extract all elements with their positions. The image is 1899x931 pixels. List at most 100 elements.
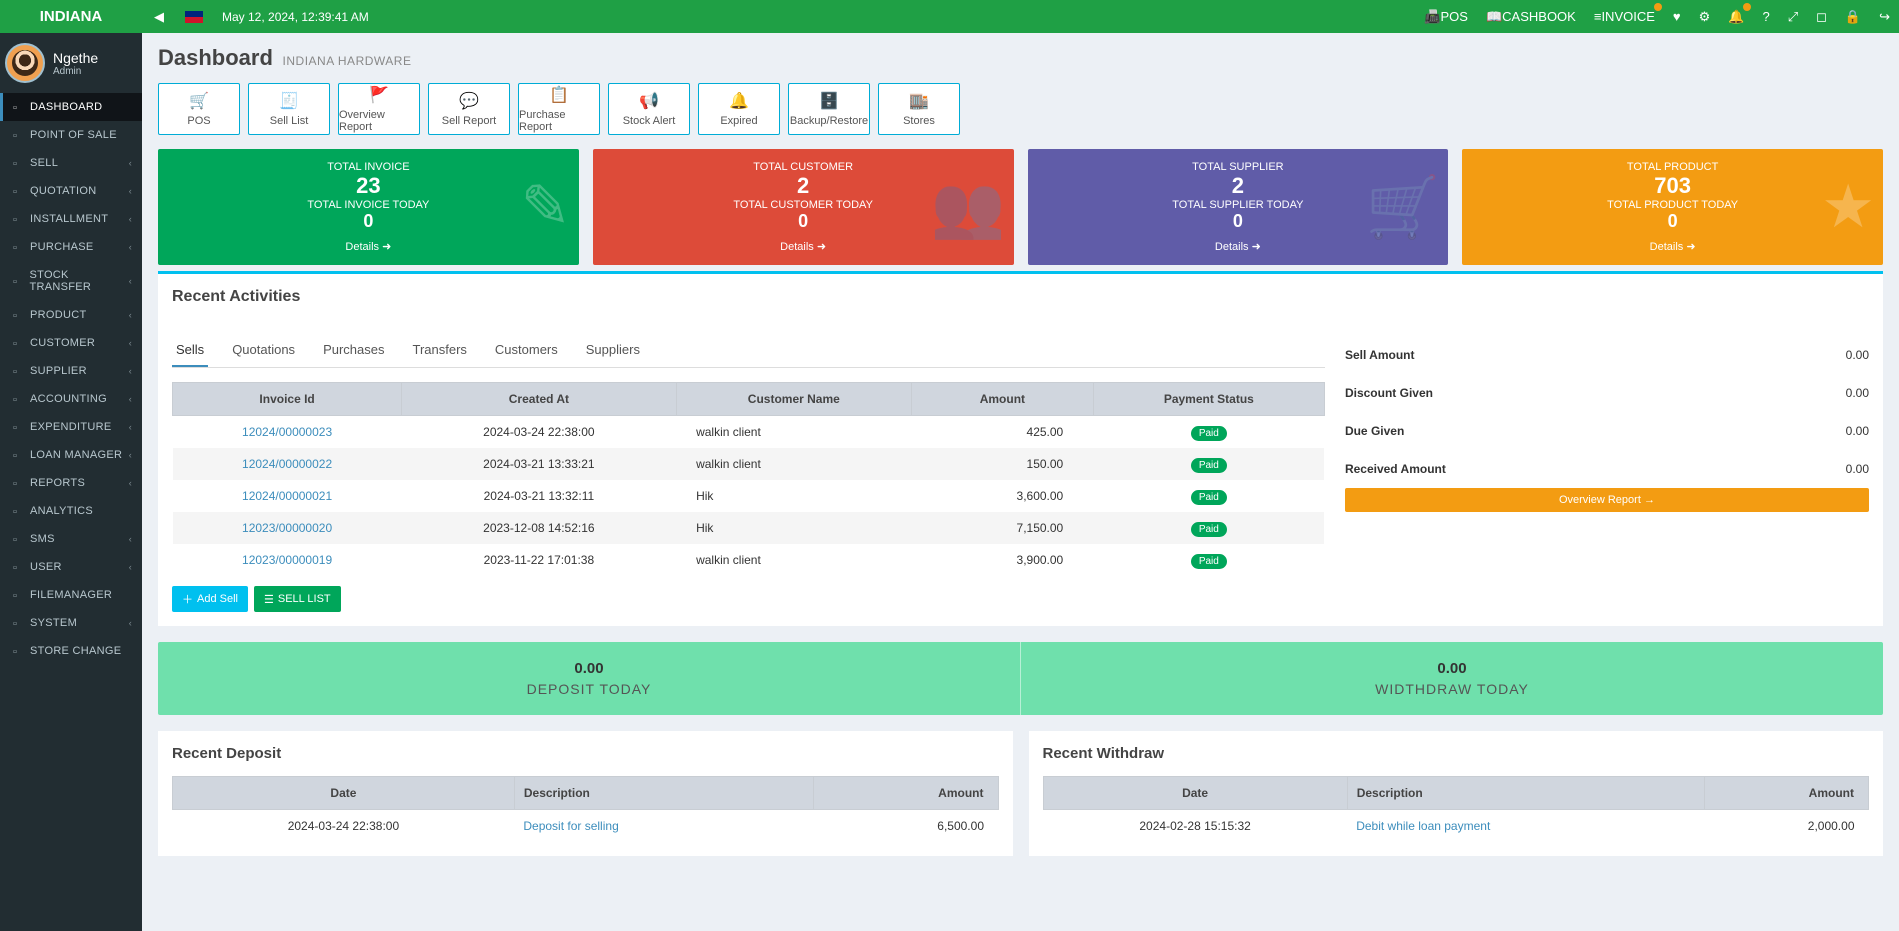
notification-icon[interactable]: 🔔 — [1719, 0, 1753, 33]
fullscreen-icon[interactable]: ⤢ — [1779, 0, 1807, 33]
window-icon[interactable]: ◻ — [1807, 0, 1836, 33]
nav-dashboard[interactable]: ▫DASHBOARD — [0, 93, 142, 121]
brand-logo[interactable]: INDIANA — [0, 8, 142, 25]
invoice-link[interactable]: 12024/00000022 — [242, 457, 332, 471]
table-row: 12024/000000232024-03-24 22:38:00walkin … — [173, 416, 1325, 449]
stat-total-invoice: ✎TOTAL INVOICE23TOTAL INVOICE TODAY0Deta… — [158, 149, 579, 265]
avatar — [5, 43, 45, 83]
help-icon[interactable]: ? — [1753, 0, 1778, 33]
cashbook-link[interactable]: 📖 CASHBOOK — [1477, 0, 1585, 33]
status-badge: Paid — [1191, 554, 1227, 569]
status-badge: Paid — [1191, 490, 1227, 505]
nav-customer[interactable]: ▫CUSTOMER‹ — [0, 329, 142, 357]
stat-details-link[interactable]: Details ➜ — [1472, 240, 1873, 253]
username: Ngethe — [53, 50, 98, 66]
status-badge: Paid — [1191, 426, 1227, 441]
tab-sells[interactable]: Sells — [172, 334, 208, 367]
nav-quotation[interactable]: ▫QUOTATION‹ — [0, 177, 142, 205]
shortcut-expired[interactable]: 🔔Expired — [698, 83, 780, 135]
nav-point-of-sale[interactable]: ▫POINT OF SALE — [0, 121, 142, 149]
invoice-link[interactable]: 12024/00000023 — [242, 425, 332, 439]
sell-list-button[interactable]: ☰ SELL LIST — [254, 586, 341, 612]
shortcut-purchase-report[interactable]: 📋Purchase Report — [518, 83, 600, 135]
status-badge: Paid — [1191, 522, 1227, 537]
nav-analytics[interactable]: ▫ANALYTICS — [0, 497, 142, 525]
nav-sell[interactable]: ▫SELL‹ — [0, 149, 142, 177]
tab-customers[interactable]: Customers — [491, 334, 562, 367]
user-panel[interactable]: Ngethe Admin — [0, 33, 142, 93]
invoice-link[interactable]: 12023/00000020 — [242, 521, 332, 535]
favorite-icon[interactable]: ♥ — [1664, 0, 1690, 33]
table-row: 12023/000000192023-11-22 17:01:38walkin … — [173, 544, 1325, 576]
nav-product[interactable]: ▫PRODUCT‹ — [0, 301, 142, 329]
nav-system[interactable]: ▫SYSTEM‹ — [0, 609, 142, 637]
shortcut-sell-list[interactable]: 🧾Sell List — [248, 83, 330, 135]
nav-filemanager[interactable]: ▫FILEMANAGER — [0, 581, 142, 609]
nav-sms[interactable]: ▫SMS‹ — [0, 525, 142, 553]
table-row: 12024/000000212024-03-21 13:32:11Hik3,60… — [173, 480, 1325, 512]
lock-icon[interactable]: 🔒 — [1836, 0, 1870, 33]
overview-report-button[interactable]: Overview Report → — [1345, 488, 1869, 512]
settings-icon[interactable]: ⚙ — [1690, 0, 1720, 33]
main-content: Dashboard INDIANA HARDWARE 🛒POS🧾Sell Lis… — [142, 33, 1899, 868]
sidebar-toggle[interactable]: ◀ — [142, 9, 176, 25]
invoice-link[interactable]: 12023/00000019 — [242, 553, 332, 567]
sidebar: Ngethe Admin ▫DASHBOARD▫POINT OF SALE▫SE… — [0, 33, 142, 931]
logout-icon[interactable]: ↪ — [1870, 0, 1899, 33]
summary-discount-given: Discount Given0.00 — [1345, 374, 1869, 412]
page-title: Dashboard — [158, 45, 273, 70]
shortcut-pos[interactable]: 🛒POS — [158, 83, 240, 135]
recent-activities-panel: Recent Activities Sells Quotations Purchas… — [158, 271, 1883, 626]
stat-total-supplier: 🛒TOTAL SUPPLIER2TOTAL SUPPLIER TODAY0Det… — [1028, 149, 1449, 265]
stats-row: ✎TOTAL INVOICE23TOTAL INVOICE TODAY0Deta… — [158, 149, 1883, 265]
stat-total-customer: 👥TOTAL CUSTOMER2TOTAL CUSTOMER TODAY0Det… — [593, 149, 1014, 265]
nav-supplier[interactable]: ▫SUPPLIER‹ — [0, 357, 142, 385]
nav-expenditure[interactable]: ▫EXPENDITURE‹ — [0, 413, 142, 441]
stat-details-link[interactable]: Details ➜ — [168, 240, 569, 253]
nav-installment[interactable]: ▫INSTALLMENT‹ — [0, 205, 142, 233]
recent-deposit-panel: Recent Deposit DateDescriptionAmount2024… — [158, 731, 1013, 856]
nav-store-change[interactable]: ▫STORE CHANGE — [0, 637, 142, 665]
summary-due-given: Due Given0.00 — [1345, 412, 1869, 450]
shortcut-stores[interactable]: 🏬Stores — [878, 83, 960, 135]
summary-sell-amount: Sell Amount0.00 — [1345, 336, 1869, 374]
pos-link[interactable]: 📠 POS — [1415, 0, 1477, 33]
table-row: 2024-03-24 22:38:00Deposit for selling6,… — [173, 810, 999, 843]
stat-total-product: ★TOTAL PRODUCT703TOTAL PRODUCT TODAY0Det… — [1462, 149, 1883, 265]
nav-user[interactable]: ▫USER‹ — [0, 553, 142, 581]
shortcut-backup-restore[interactable]: 🗄️Backup/Restore — [788, 83, 870, 135]
nav-stock-transfer[interactable]: ▫STOCK TRANSFER‹ — [0, 261, 142, 301]
activities-tabs: Sells Quotations Purchases Transfers Custome… — [172, 334, 1325, 368]
tab-purchases[interactable]: Purchases — [319, 334, 388, 367]
table-row: 2024-02-28 15:15:32Debit while loan paym… — [1043, 810, 1869, 843]
deposit-withdraw-bar: 0.00 DEPOSIT TODAY 0.00 WIDTHDRAW TODAY — [158, 642, 1883, 715]
user-role: Admin — [53, 66, 98, 77]
shortcuts-bar: 🛒POS🧾Sell List🚩Overview Report💬Sell Repo… — [158, 83, 1883, 135]
tab-suppliers[interactable]: Suppliers — [582, 334, 644, 367]
withdraw-today: 0.00 WIDTHDRAW TODAY — [1020, 642, 1883, 715]
nav-accounting[interactable]: ▫ACCOUNTING‹ — [0, 385, 142, 413]
nav-purchase[interactable]: ▫PURCHASE‹ — [0, 233, 142, 261]
datetime-display: May 12, 2024, 12:39:41 AM — [212, 10, 379, 24]
table-row: 12023/000000202023-12-08 14:52:16Hik7,15… — [173, 512, 1325, 544]
summary-received-amount: Received Amount0.00 — [1345, 450, 1869, 488]
shortcut-overview-report[interactable]: 🚩Overview Report — [338, 83, 420, 135]
nav-loan-manager[interactable]: ▫LOAN MANAGER‹ — [0, 441, 142, 469]
invoice-link[interactable]: 12024/00000021 — [242, 489, 332, 503]
recent-activities-title: Recent Activities — [172, 288, 1869, 306]
status-badge: Paid — [1191, 458, 1227, 473]
table-row: 12024/000000222024-03-21 13:33:21walkin … — [173, 448, 1325, 480]
language-selector[interactable] — [176, 0, 212, 33]
nav-reports[interactable]: ▫REPORTS‹ — [0, 469, 142, 497]
add-sell-button[interactable]: ＋ Add Sell — [172, 586, 248, 612]
page-subtitle: INDIANA HARDWARE — [283, 54, 412, 68]
tab-quotations[interactable]: Quotations — [228, 334, 299, 367]
topbar: INDIANA ◀ May 12, 2024, 12:39:41 AM 📠 PO… — [0, 0, 1899, 33]
page-header: Dashboard INDIANA HARDWARE — [158, 45, 1883, 71]
shortcut-stock-alert[interactable]: 📢Stock Alert — [608, 83, 690, 135]
invoice-link[interactable]: ≡ INVOICE — [1585, 0, 1664, 33]
tab-transfers[interactable]: Transfers — [408, 334, 470, 367]
activities-table: Invoice IdCreated AtCustomer NameAmountP… — [172, 382, 1325, 576]
recent-withdraw-panel: Recent Withdraw DateDescriptionAmount202… — [1029, 731, 1884, 856]
shortcut-sell-report[interactable]: 💬Sell Report — [428, 83, 510, 135]
